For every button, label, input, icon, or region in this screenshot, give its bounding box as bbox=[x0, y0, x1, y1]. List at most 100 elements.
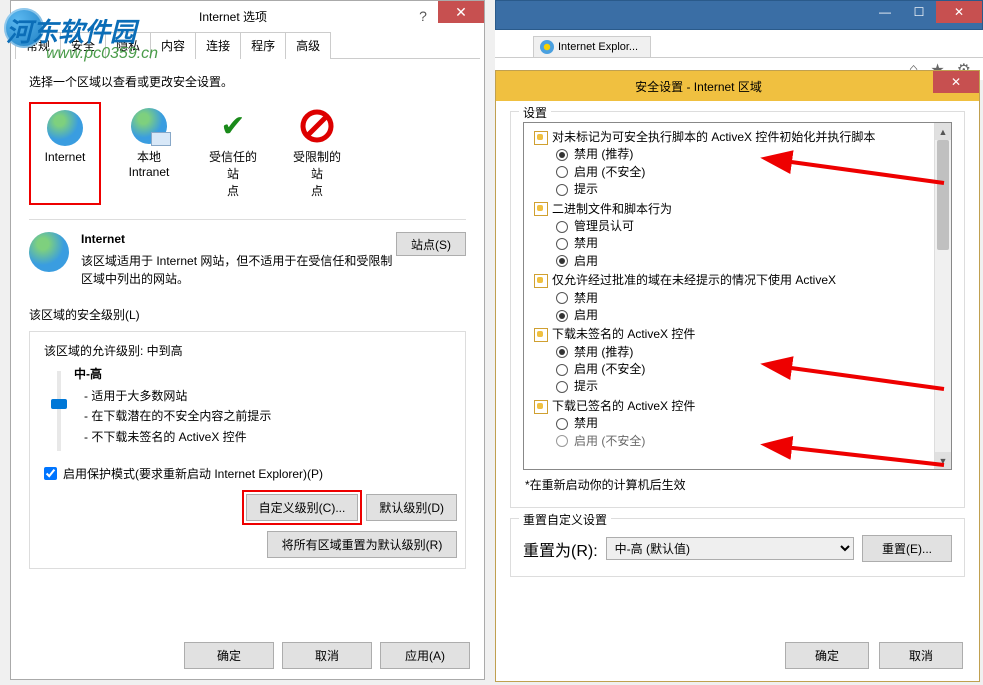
setting-icon bbox=[534, 400, 548, 414]
scroll-up-button[interactable]: ▲ bbox=[935, 123, 951, 140]
intranet-icon bbox=[131, 108, 167, 144]
zone-internet[interactable]: Internet bbox=[29, 102, 101, 205]
setting-option[interactable]: 禁用 bbox=[530, 235, 945, 252]
zone-label: 本地 Intranet bbox=[129, 148, 170, 179]
setting-header: 对未标记为可安全执行脚本的 ActiveX 控件初始化并执行脚本 bbox=[530, 129, 945, 146]
security-level-label: 该区域的安全级别(L) bbox=[29, 306, 466, 323]
scroll-thumb[interactable] bbox=[937, 140, 949, 250]
zone-detail: Internet 该区域适用于 Internet 网站，但不适用于在受信任和受限… bbox=[29, 219, 466, 288]
browser-tab[interactable]: Internet Explor... bbox=[533, 36, 651, 57]
setting-header: 二进制文件和脚本行为 bbox=[530, 201, 945, 218]
reset-to-label: 重置为(R): bbox=[523, 537, 598, 561]
watermark-text: 河东软件园 bbox=[6, 17, 136, 47]
setting-header: 下载已签名的 ActiveX 控件 bbox=[530, 398, 945, 415]
zone-trusted[interactable]: ✔ 受信任的站 点 bbox=[197, 102, 269, 205]
setting-option[interactable]: 禁用 bbox=[530, 290, 945, 307]
setting-option[interactable]: 启用 bbox=[530, 253, 945, 270]
zone-label: 受限制的站 点 bbox=[289, 148, 345, 199]
radio-icon bbox=[556, 381, 568, 393]
ok-button[interactable]: 确定 bbox=[785, 642, 869, 669]
minimize-button[interactable]: — bbox=[868, 1, 902, 23]
reset-to-select[interactable]: 中-高 (默认值) bbox=[606, 537, 854, 560]
radio-icon bbox=[556, 310, 568, 322]
browser-window: — ☐ ✕ Internet Explor... ⌂ ★ ⚙ bbox=[495, 0, 983, 80]
reset-button[interactable]: 重置(E)... bbox=[862, 535, 952, 562]
setting-option[interactable]: 启用 (不安全) bbox=[530, 164, 945, 181]
custom-level-button[interactable]: 自定义级别(C)... bbox=[246, 494, 359, 521]
security-slider[interactable] bbox=[44, 365, 74, 451]
maximize-button[interactable]: ☐ bbox=[902, 1, 936, 23]
cancel-button[interactable]: 取消 bbox=[282, 642, 372, 669]
zone-intranet[interactable]: 本地 Intranet bbox=[113, 102, 185, 205]
setting-icon bbox=[534, 328, 548, 342]
radio-icon bbox=[556, 255, 568, 267]
radio-icon bbox=[556, 435, 568, 447]
default-level-button[interactable]: 默认级别(D) bbox=[366, 494, 457, 521]
radio-icon bbox=[556, 238, 568, 250]
radio-icon bbox=[556, 346, 568, 358]
sites-button[interactable]: 站点(S) bbox=[396, 232, 466, 256]
internet-options-dialog: Internet 选项 ? ✕ 常规 安全 隐私 内容 连接 程序 高级 选择一… bbox=[10, 0, 485, 680]
globe-icon bbox=[47, 110, 83, 146]
tab-programs[interactable]: 程序 bbox=[240, 32, 286, 59]
setting-icon bbox=[534, 274, 548, 288]
level-bullets: - 适用于大多数网站 - 在下载潜在的不安全内容之前提示 - 不下载未签名的 A… bbox=[74, 386, 457, 447]
scroll-down-button[interactable]: ▼ bbox=[935, 452, 951, 469]
radio-icon bbox=[556, 292, 568, 304]
setting-option[interactable]: 提示 bbox=[530, 181, 945, 198]
help-button[interactable]: ? bbox=[408, 6, 438, 26]
zone-restricted[interactable]: 受限制的站 点 bbox=[281, 102, 353, 205]
setting-option[interactable]: 启用 (不安全) bbox=[530, 361, 945, 378]
globe-large-icon bbox=[29, 232, 69, 272]
radio-icon bbox=[556, 166, 568, 178]
zone-detail-name: Internet bbox=[81, 232, 396, 246]
scrollbar[interactable]: ▲ ▼ bbox=[934, 123, 951, 469]
security-level-section: 该区域的安全级别(L) 该区域的允许级别: 中到高 中-高 - 适用于大多数网站… bbox=[29, 306, 466, 569]
tab-advanced[interactable]: 高级 bbox=[285, 32, 331, 59]
setting-option[interactable]: 禁用 (推荐) bbox=[530, 344, 945, 361]
zones-row: Internet 本地 Intranet ✔ 受信任的站 点 受限制的站 点 bbox=[29, 102, 466, 205]
apply-button[interactable]: 应用(A) bbox=[380, 642, 470, 669]
close-button[interactable]: ✕ bbox=[438, 1, 484, 23]
setting-header: 下载未签名的 ActiveX 控件 bbox=[530, 326, 945, 343]
cancel-button[interactable]: 取消 bbox=[879, 642, 963, 669]
close-button[interactable]: ✕ bbox=[933, 71, 979, 93]
ie-icon bbox=[540, 40, 554, 54]
setting-option[interactable]: 提示 bbox=[530, 378, 945, 395]
radio-icon bbox=[556, 418, 568, 430]
dialog-title: Internet 选项 bbox=[199, 8, 267, 25]
allowed-level-label: 该区域的允许级别: 中到高 bbox=[44, 342, 457, 359]
setting-option[interactable]: 禁用 (推荐) bbox=[530, 146, 945, 163]
protected-mode-checkbox[interactable] bbox=[44, 467, 57, 480]
radio-icon bbox=[556, 184, 568, 196]
watermark: 河东软件园 www.pc0359.cn bbox=[6, 12, 158, 63]
level-name: 中-高 bbox=[74, 365, 457, 382]
security-settings-dialog: 安全设置 - Internet 区域 ✕ 设置 对未标记为可安全执行脚本的 Ac… bbox=[495, 70, 980, 682]
ok-button[interactable]: 确定 bbox=[184, 642, 274, 669]
zone-detail-desc: 该区域适用于 Internet 网站，但不适用于在受信任和受限制区域中列出的网站… bbox=[81, 252, 396, 288]
setting-option[interactable]: 启用 bbox=[530, 307, 945, 324]
reset-custom-group: 重置自定义设置 重置为(R): 中-高 (默认值) 重置(E)... bbox=[510, 518, 965, 577]
setting-icon bbox=[534, 202, 548, 216]
titlebar: 安全设置 - Internet 区域 ✕ bbox=[496, 71, 979, 101]
setting-option[interactable]: 启用 (不安全) bbox=[530, 433, 945, 450]
dialog-footer: 确定 取消 bbox=[785, 642, 963, 669]
radio-icon bbox=[556, 149, 568, 161]
zone-label: Internet bbox=[45, 150, 86, 164]
reset-all-zones-button[interactable]: 将所有区域重置为默认级别(R) bbox=[267, 531, 457, 558]
tab-label: Internet Explor... bbox=[558, 41, 638, 53]
browser-close-button[interactable]: ✕ bbox=[936, 1, 982, 23]
radio-icon bbox=[556, 221, 568, 233]
restart-note: *在重新启动你的计算机后生效 bbox=[525, 476, 952, 493]
setting-option[interactable]: 禁用 bbox=[530, 415, 945, 432]
tab-connections[interactable]: 连接 bbox=[195, 32, 241, 59]
setting-option[interactable]: 管理员认可 bbox=[530, 218, 945, 235]
setting-icon bbox=[534, 131, 548, 145]
settings-listbox[interactable]: 对未标记为可安全执行脚本的 ActiveX 控件初始化并执行脚本禁用 (推荐)启… bbox=[523, 122, 952, 470]
dialog-title: 安全设置 - Internet 区域 bbox=[504, 78, 933, 95]
settings-group: 设置 对未标记为可安全执行脚本的 ActiveX 控件初始化并执行脚本禁用 (推… bbox=[510, 111, 965, 508]
slider-thumb[interactable] bbox=[51, 399, 67, 409]
group-label: 设置 bbox=[519, 104, 551, 121]
group-label: 重置自定义设置 bbox=[519, 511, 611, 528]
dialog-footer: 确定 取消 应用(A) bbox=[184, 642, 470, 669]
